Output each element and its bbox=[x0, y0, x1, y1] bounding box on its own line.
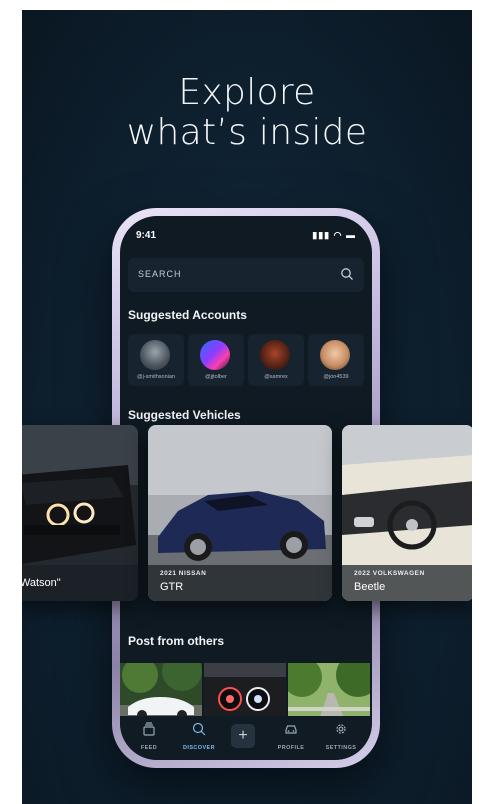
search-icon bbox=[192, 722, 206, 736]
vehicle-card[interactable]: 2022 VOLKSWAGEN Beetle bbox=[342, 425, 472, 601]
avatar bbox=[200, 340, 230, 370]
tab-profile[interactable]: PROFILE bbox=[268, 722, 314, 751]
account-handle: @j-smithsonian bbox=[137, 374, 175, 380]
status-bar: 9:41 ▮▮▮ ◠ ▬ bbox=[136, 230, 356, 244]
posts-title: Post from others bbox=[128, 634, 225, 648]
tab-settings-label: SETTINGS bbox=[325, 745, 357, 751]
vehicle-card[interactable]: 2021 NISSAN GTR bbox=[148, 425, 332, 601]
tab-settings[interactable]: SETTINGS bbox=[318, 722, 364, 751]
car-icon bbox=[285, 725, 297, 734]
search-placeholder: SEARCH bbox=[138, 269, 182, 279]
vehicle-year-make: 2021 NISSAN bbox=[160, 570, 207, 577]
gear-icon bbox=[336, 724, 346, 734]
avatar bbox=[320, 340, 350, 370]
post-thumbnail[interactable] bbox=[288, 663, 370, 723]
vehicle-model: GTR bbox=[160, 581, 184, 593]
headline-line-1: Explore bbox=[178, 72, 316, 113]
suggested-accounts-title: Suggested Accounts bbox=[128, 308, 247, 322]
account-card[interactable]: @jjtolber bbox=[188, 334, 244, 386]
tab-feed[interactable]: FEED bbox=[126, 722, 172, 751]
avatar bbox=[140, 340, 170, 370]
account-handle: @samrex bbox=[264, 374, 288, 380]
add-icon: + bbox=[238, 727, 248, 744]
account-handle: @jjtolber bbox=[205, 374, 227, 380]
feed-icon bbox=[143, 722, 155, 736]
status-icons: ▮▮▮ ◠ ▬ bbox=[312, 230, 356, 240]
vehicle-year-make: 2022 VOLKSWAGEN bbox=[354, 570, 425, 577]
vehicle-caption: "Watson" bbox=[22, 565, 138, 601]
suggested-vehicles-title: Suggested Vehicles bbox=[128, 408, 241, 422]
tab-bar: FEED DISCOVER + PROFILE SETTINGS bbox=[120, 716, 372, 760]
search-input[interactable]: SEARCH bbox=[128, 258, 364, 292]
post-thumbnail[interactable] bbox=[120, 663, 202, 723]
vehicle-model: Beetle bbox=[354, 581, 386, 593]
account-card[interactable]: @j-smithsonian bbox=[128, 334, 184, 386]
status-time: 9:41 bbox=[136, 230, 157, 241]
avatar bbox=[260, 340, 290, 370]
tab-profile-label: PROFILE bbox=[277, 745, 305, 751]
vehicle-carousel[interactable]: "Watson" 2021 NISSAN GTR bbox=[22, 425, 472, 603]
tab-discover-label: DISCOVER bbox=[183, 745, 215, 751]
vehicle-caption: 2021 NISSAN GTR bbox=[148, 565, 332, 601]
vehicle-model: "Watson" bbox=[22, 577, 61, 589]
account-card[interactable]: @samrex bbox=[248, 334, 304, 386]
search-icon[interactable] bbox=[340, 267, 354, 281]
vehicle-caption: 2022 VOLKSWAGEN Beetle bbox=[342, 565, 472, 601]
tab-feed-label: FEED bbox=[140, 745, 158, 751]
tab-discover[interactable]: DISCOVER bbox=[176, 722, 222, 751]
posts-strip bbox=[120, 663, 372, 723]
vehicle-card[interactable]: "Watson" bbox=[22, 425, 138, 601]
promo-panel: Explore what’s inside 9:41 ▮▮▮ ◠ ▬ SEARC… bbox=[22, 10, 472, 804]
post-thumbnail[interactable] bbox=[204, 663, 286, 723]
headline-line-2: what’s inside bbox=[126, 112, 368, 153]
add-post-button[interactable]: + bbox=[231, 724, 255, 748]
account-card[interactable]: @jon4539 bbox=[308, 334, 364, 386]
account-handle: @jon4539 bbox=[323, 374, 349, 380]
